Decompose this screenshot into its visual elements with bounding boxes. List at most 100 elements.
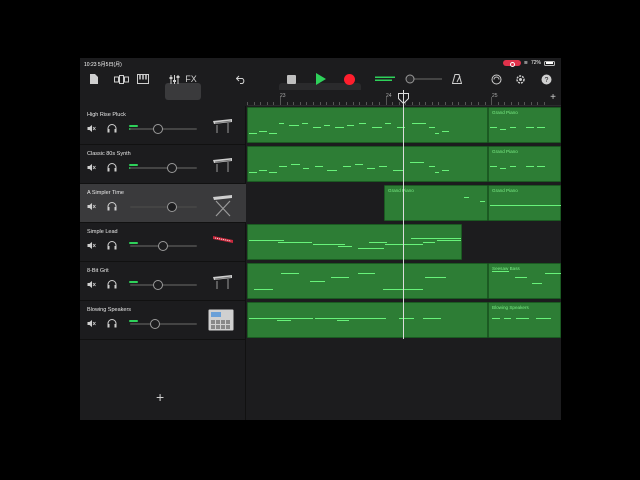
instrument-keyboard-button[interactable] (136, 71, 150, 87)
midi-region[interactable] (247, 263, 488, 299)
browser-button[interactable] (113, 71, 129, 87)
midi-note (526, 166, 534, 168)
ruler-tick (266, 102, 268, 105)
red-keyboard-icon[interactable] (212, 232, 234, 254)
midi-region[interactable] (247, 107, 488, 143)
undo-button[interactable] (235, 71, 247, 87)
midi-region[interactable]: Grand Piano (488, 185, 561, 221)
ruler-tick (431, 102, 433, 105)
loop-icon (491, 74, 501, 84)
mute-button[interactable] (87, 319, 97, 328)
track-volume-slider[interactable] (130, 163, 197, 173)
solo-button[interactable] (107, 241, 117, 250)
track-lane[interactable]: Grand Piano Grand Piano (247, 184, 561, 223)
track-name: Blowing Speakers (87, 307, 132, 313)
speaker-mute-icon (87, 164, 96, 171)
midi-note (302, 123, 308, 125)
settings-button[interactable] (514, 71, 526, 87)
speaker-mute-icon (87, 203, 96, 210)
midi-note (412, 123, 426, 125)
loop-browser-button[interactable] (490, 71, 502, 87)
solo-button[interactable] (107, 319, 117, 328)
track-lane[interactable]: Grand Piano (247, 106, 561, 145)
track-volume-slider[interactable] (130, 280, 197, 290)
volume-knob[interactable] (167, 163, 178, 173)
record-button[interactable] (342, 71, 356, 87)
midi-region[interactable] (247, 146, 488, 182)
metronome-icon (452, 74, 462, 84)
track-volume-slider[interactable] (130, 202, 197, 212)
midi-note (545, 273, 561, 275)
volume-knob[interactable] (157, 241, 168, 251)
playhead[interactable] (403, 90, 404, 339)
ruler-tick (438, 102, 440, 105)
ruler-tick (445, 102, 446, 105)
tracks-area[interactable]: Grand Piano Grand Piano Grand Piano Grand P… (247, 106, 561, 420)
add-section-button[interactable]: + (550, 92, 556, 103)
track-lane[interactable]: Seesaw Bass (247, 262, 561, 301)
mute-button[interactable] (87, 124, 97, 133)
track-lane[interactable] (247, 223, 561, 262)
midi-note (289, 125, 299, 127)
midi-note (537, 127, 545, 129)
mute-button[interactable] (87, 163, 97, 172)
track-header[interactable]: Classic 80s Synth (80, 145, 246, 184)
track-header-list: High Rise Pluck Classic 80s Synth A Simple… (80, 106, 246, 420)
midi-region[interactable]: Blowing Speakers (488, 302, 561, 338)
metronome-button[interactable] (451, 71, 463, 87)
mute-button[interactable] (87, 280, 97, 289)
stop-button[interactable] (284, 71, 298, 87)
track-volume-slider[interactable] (130, 319, 197, 329)
midi-region[interactable]: Grand Piano (384, 185, 488, 221)
track-header[interactable]: High Rise Pluck (80, 106, 246, 145)
midi-note (249, 133, 257, 135)
volume-knob[interactable] (153, 124, 164, 134)
fx-button[interactable]: FX (184, 71, 198, 87)
speaker-mute-icon (87, 125, 96, 132)
midi-region[interactable]: Grand Piano (488, 107, 561, 143)
solo-button[interactable] (107, 163, 117, 172)
mute-button[interactable] (87, 202, 97, 211)
add-track-button[interactable]: + (156, 389, 164, 405)
master-volume-slider[interactable] (402, 71, 444, 87)
track-volume-slider[interactable] (130, 241, 197, 251)
midi-note (281, 273, 299, 275)
track-volume-slider[interactable] (130, 124, 197, 134)
midi-region[interactable]: Seesaw Bass (488, 263, 561, 299)
midi-note (500, 168, 506, 170)
solo-button[interactable] (107, 280, 117, 289)
solo-button[interactable] (107, 124, 117, 133)
midi-note (355, 164, 363, 166)
help-button[interactable]: ? (540, 71, 552, 87)
bar-number: 25 (492, 93, 498, 99)
my-songs-button[interactable] (88, 71, 100, 87)
track-lane[interactable]: Blowing Speakers (247, 301, 561, 340)
keyboard-icon[interactable] (212, 115, 234, 137)
record-icon (343, 73, 355, 85)
volume-knob[interactable] (153, 280, 164, 290)
ruler-tick (530, 102, 532, 105)
solo-button[interactable] (107, 202, 117, 211)
track-header[interactable]: Simple Lead (80, 223, 246, 262)
region-title: Blowing Speakers (492, 305, 529, 310)
keyboard-icon[interactable] (212, 154, 234, 176)
volume-knob[interactable] (167, 202, 178, 212)
mute-button[interactable] (87, 241, 97, 250)
track-lane[interactable]: Grand Piano (247, 145, 561, 184)
mixer-button[interactable] (167, 71, 181, 87)
ruler-tick (385, 97, 387, 105)
keyboard-icon[interactable] (212, 271, 234, 293)
ruler-tick (339, 102, 341, 105)
track-header[interactable]: 8-Bit Grit (80, 262, 246, 301)
midi-region[interactable]: Grand Piano (488, 146, 561, 182)
document-icon (90, 74, 98, 84)
ruler-tick (273, 102, 275, 105)
play-button[interactable] (314, 71, 328, 87)
stop-icon (286, 74, 296, 84)
svg-text:?: ? (544, 77, 548, 84)
keyboard-stand-icon[interactable] (212, 193, 234, 217)
track-header[interactable]: A Simpler Time (80, 184, 246, 223)
drum-machine-icon[interactable] (208, 309, 234, 331)
track-header[interactable]: Blowing Speakers (80, 301, 246, 340)
volume-knob[interactable] (149, 319, 160, 329)
